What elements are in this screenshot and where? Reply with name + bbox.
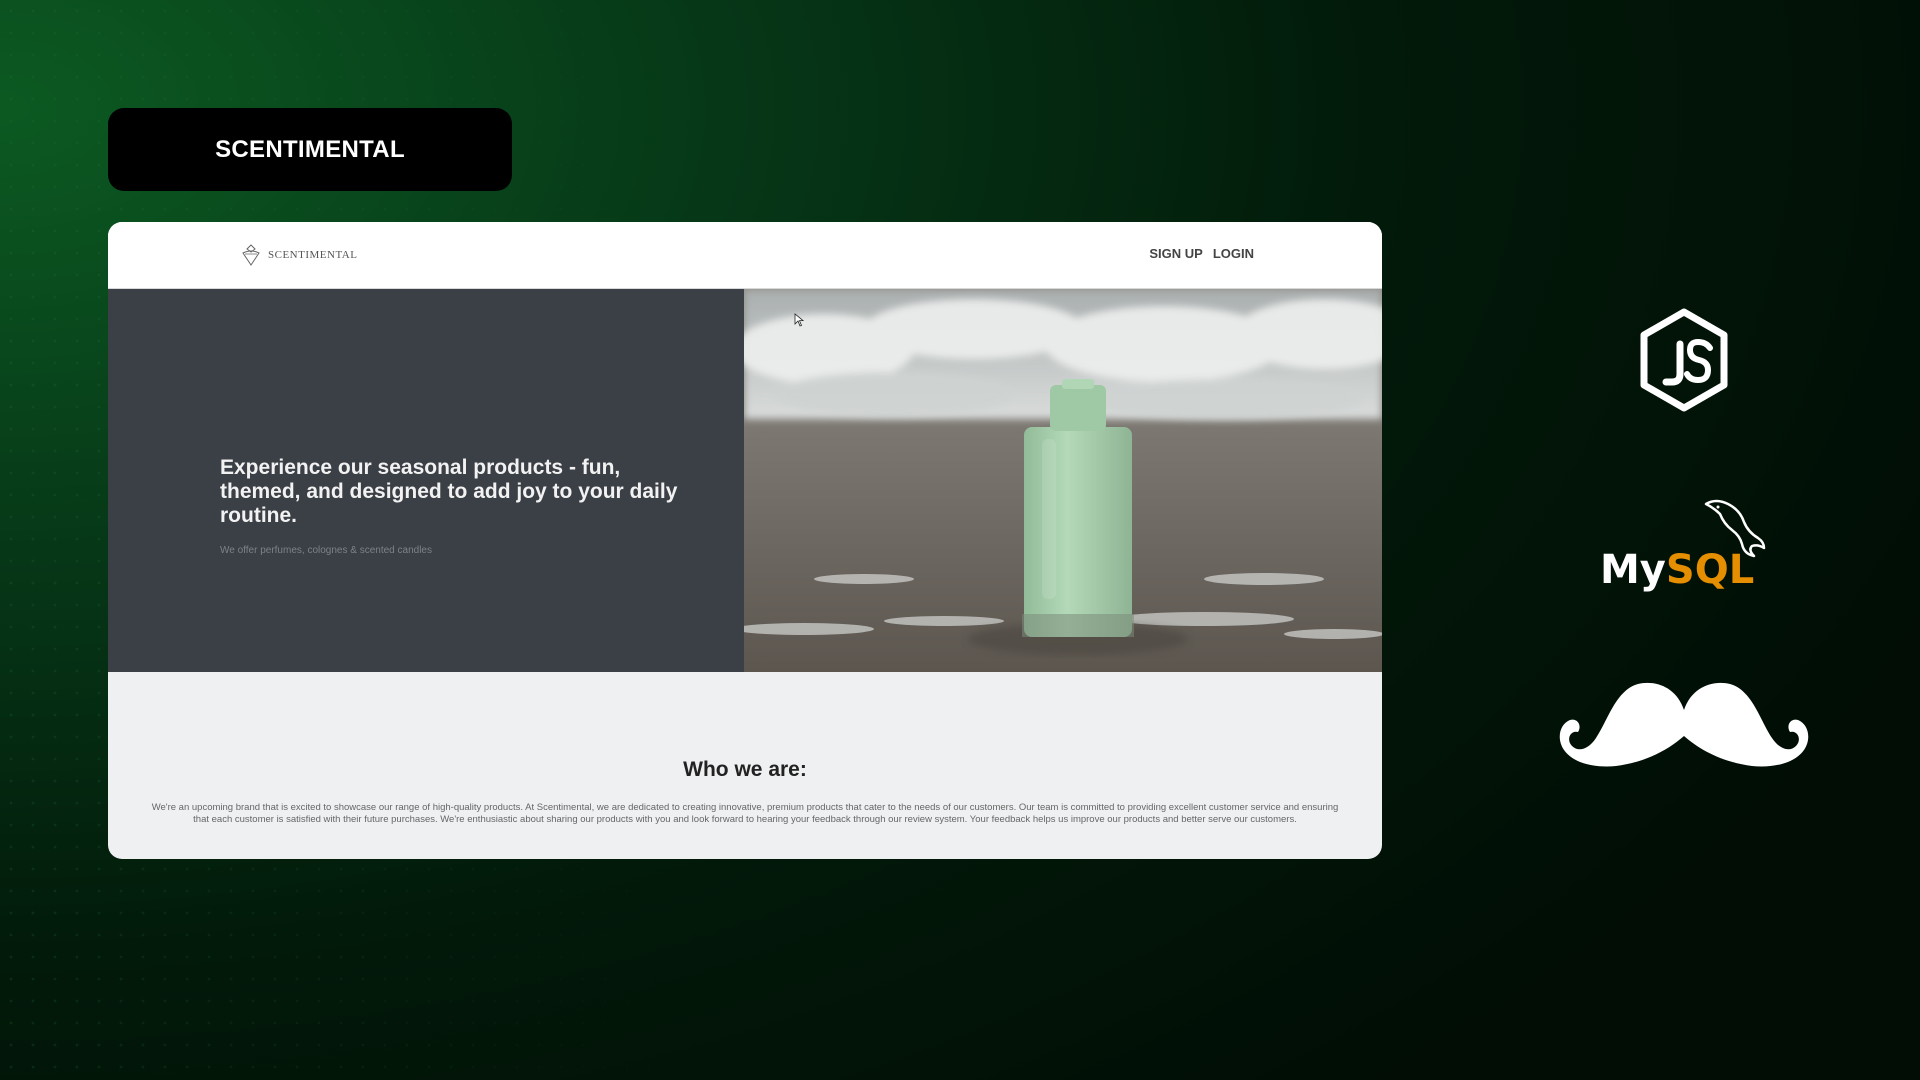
hero-heading: Experience our seasonal products - fun, … [220, 456, 678, 527]
website-screenshot: SCENTIMENTAL SIGN UP LOGIN Experience ou… [108, 222, 1382, 859]
signup-link[interactable]: SIGN UP [1149, 246, 1202, 261]
site-navbar: SCENTIMENTAL SIGN UP LOGIN [108, 222, 1382, 289]
mysql-logo: MySQL [1596, 498, 1776, 598]
site-logo[interactable]: SCENTIMENTAL [238, 242, 357, 268]
nav-links: SIGN UP LOGIN [1149, 246, 1254, 261]
cursor-icon [794, 313, 804, 327]
perfume-logo-icon [242, 244, 260, 266]
site-logo-text: SCENTIMENTAL [268, 249, 358, 261]
project-title-badge: SCENTIMENTAL [108, 108, 512, 191]
hero-text-panel: Experience our seasonal products - fun, … [108, 289, 744, 672]
mysql-label-my: My [1600, 547, 1666, 593]
hero-subtext: We offer perfumes, colognes & scented ca… [220, 545, 432, 556]
login-link[interactable]: LOGIN [1213, 246, 1254, 261]
nodejs-icon [1640, 308, 1728, 412]
hero-image [744, 289, 1382, 672]
perfume-bottle-beach-image [744, 289, 1382, 672]
about-body: We're an upcoming brand that is excited … [151, 802, 1339, 825]
project-title: SCENTIMENTAL [215, 135, 405, 163]
mysql-label-sql: SQL [1665, 547, 1755, 593]
mustache-icon [1559, 682, 1809, 767]
about-title: Who we are: [683, 758, 807, 781]
